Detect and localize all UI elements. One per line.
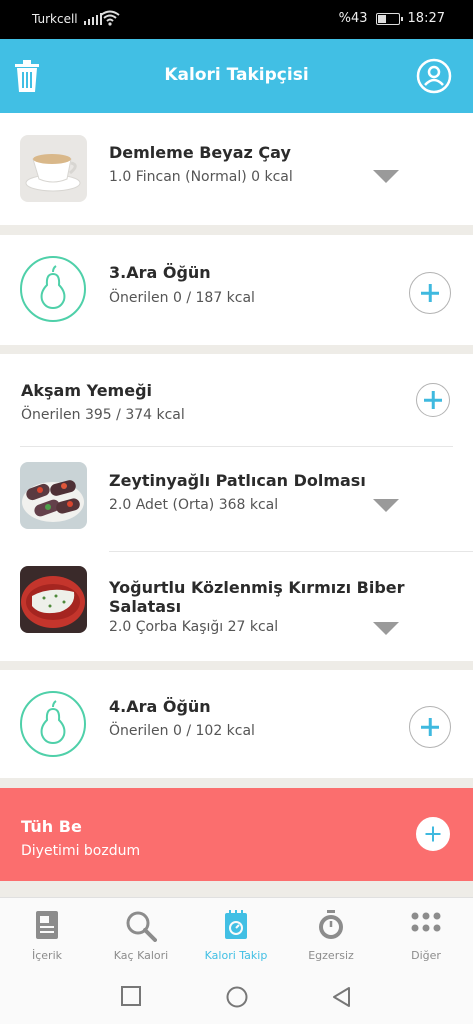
nav-label: İçerik <box>31 949 62 962</box>
meal-recommended: Önerilen 395 / 374 kcal <box>21 407 185 423</box>
wifi-icon <box>100 10 120 26</box>
bottom-nav: İçerik Kaç Kalori Kalori Takip Egzersiz <box>0 897 473 969</box>
divider <box>109 551 473 552</box>
meal-recommended: Önerilen 0 / 102 kcal <box>109 723 255 739</box>
add-food-button[interactable] <box>416 383 450 417</box>
nav-item-calorie-search[interactable]: Kaç Kalori <box>94 898 188 970</box>
divider <box>20 446 453 447</box>
status-bar: Turkcell %43 18:27 <box>0 0 473 39</box>
clock: 18:27 <box>407 11 445 26</box>
cheat-subtitle: Diyetimi bozdum <box>21 843 141 859</box>
tea-image <box>20 135 87 202</box>
document-icon <box>36 911 58 939</box>
food-detail: 1.0 Fincan (Normal) 0 kcal <box>109 169 293 185</box>
add-cheat-button[interactable] <box>416 817 450 851</box>
meal-list[interactable]: Demleme Beyaz Çay 1.0 Fincan (Normal) 0 … <box>0 113 473 897</box>
meal-snack-3: 3.Ara Öğün Önerilen 0 / 187 kcal <box>0 235 473 345</box>
nav-label: Egzersiz <box>308 949 354 962</box>
pear-icon <box>20 691 86 757</box>
meal-recommended: Önerilen 0 / 187 kcal <box>109 290 255 306</box>
back-icon[interactable] <box>331 986 351 1008</box>
nav-item-calorie-tracker[interactable]: Kalori Takip <box>189 898 283 970</box>
nav-item-content[interactable]: İçerik <box>0 898 94 970</box>
food-name: Yoğurtlu Közlenmiş Kırmızı Biber Salatas… <box>109 578 405 616</box>
search-icon <box>126 911 157 942</box>
meal-title: 3.Ara Öğün <box>109 263 211 282</box>
system-nav-bar <box>0 969 473 1024</box>
page-title: Kalori Takipçisi <box>164 65 309 85</box>
food-detail: 2.0 Çorba Kaşığı 27 kcal <box>109 619 279 635</box>
nav-label: Kalori Takip <box>204 949 268 962</box>
add-food-button[interactable] <box>409 272 451 314</box>
stopwatch-icon <box>319 910 343 939</box>
expand-caret-icon[interactable] <box>373 622 399 635</box>
cheat-day-card[interactable]: Tüh Be Diyetimi bozdum <box>0 788 473 881</box>
app-bar: Kalori Takipçisi <box>0 39 473 113</box>
food-name: Demleme Beyaz Çay <box>109 143 291 162</box>
food-name: Zeytinyağlı Patlıcan Dolması <box>109 471 366 490</box>
nav-item-exercise[interactable]: Egzersiz <box>284 898 378 970</box>
add-food-button[interactable] <box>409 706 451 748</box>
battery-percent: %43 <box>338 11 368 26</box>
recent-apps-icon[interactable] <box>121 986 141 1006</box>
eggplant-dolma-image <box>20 462 87 529</box>
nav-label: Kaç Kalori <box>113 949 169 962</box>
expand-caret-icon[interactable] <box>373 170 399 183</box>
pepper-salad-image <box>20 566 87 633</box>
meal-snack-4: 4.Ara Öğün Önerilen 0 / 102 kcal <box>0 670 473 778</box>
meal-title: Akşam Yemeği <box>21 381 153 400</box>
nav-label: Diğer <box>411 949 441 962</box>
nav-item-more[interactable]: Diğer <box>379 898 473 970</box>
meal-title: 4.Ara Öğün <box>109 697 211 716</box>
food-detail: 2.0 Adet (Orta) 368 kcal <box>109 497 279 513</box>
battery-icon <box>375 12 403 25</box>
meal-dinner: Akşam Yemeği Önerilen 395 / 374 kcal Zey… <box>0 354 473 661</box>
carrier-label: Turkcell <box>32 12 78 26</box>
more-icon <box>411 912 441 932</box>
calorie-tracker-icon <box>225 910 247 939</box>
food-entry-tea[interactable]: Demleme Beyaz Çay 1.0 Fincan (Normal) 0 … <box>0 113 473 225</box>
home-icon[interactable] <box>226 986 248 1008</box>
cheat-title: Tüh Be <box>21 817 82 836</box>
expand-caret-icon[interactable] <box>373 499 399 512</box>
profile-icon[interactable] <box>416 58 452 94</box>
pear-icon <box>20 256 86 322</box>
